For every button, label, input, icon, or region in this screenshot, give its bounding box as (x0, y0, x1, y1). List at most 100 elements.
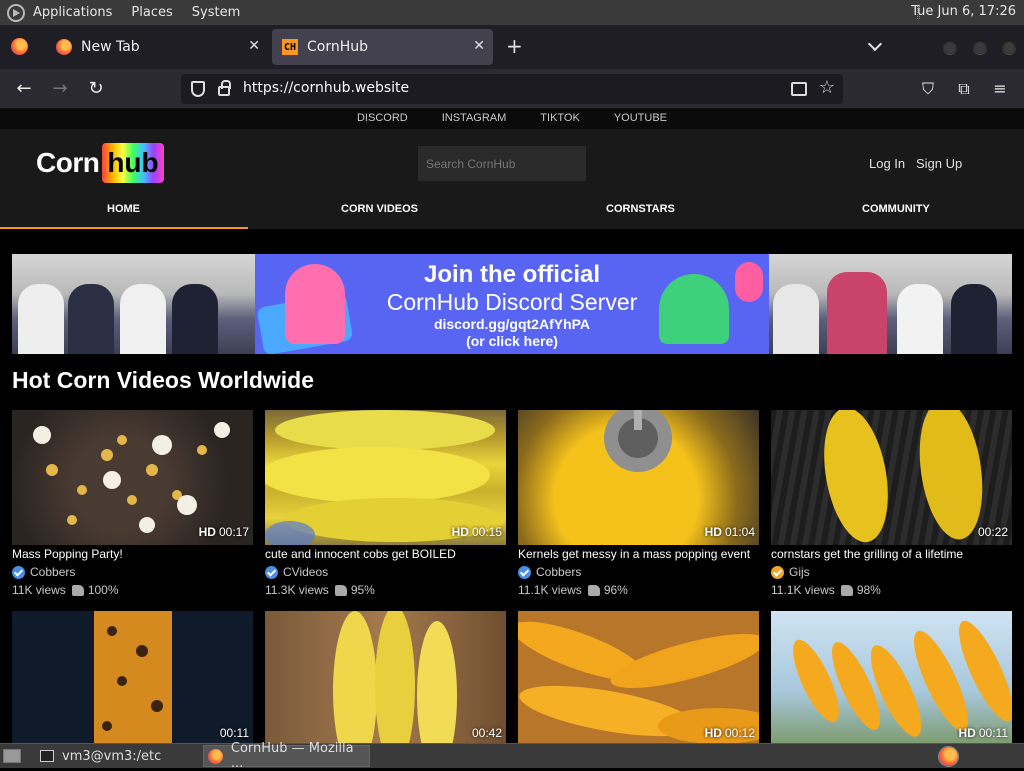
logo-corn-text: Corn (36, 147, 100, 178)
video-channel[interactable]: CVideos (265, 565, 506, 579)
active-nav-underline (0, 227, 248, 229)
video-card[interactable]: HD 00:17 Mass Popping Party! Cobbers 11K … (12, 410, 253, 597)
tab-title: CornHub (307, 39, 369, 55)
video-card[interactable]: HD 01:04 Kernels get messy in a mass popp… (518, 410, 759, 597)
video-duration: 00:22 (977, 525, 1008, 539)
video-card[interactable]: 00:42 (265, 611, 506, 743)
banner-photo-left (12, 254, 255, 354)
video-stats: 11.3K views 95% (265, 583, 375, 597)
places-menu[interactable]: Places (131, 5, 172, 20)
forward-arrow-icon[interactable]: → (49, 78, 71, 100)
close-tab-icon[interactable]: ✕ (473, 38, 485, 54)
extensions-icon[interactable]: ⧉ (954, 79, 974, 99)
video-title[interactable]: cornstars get the grilling of a lifetime (771, 547, 1012, 561)
video-thumbnail[interactable]: HD 00:17 (12, 410, 253, 545)
tab-title: New Tab (81, 39, 140, 55)
firefox-icon (208, 748, 223, 764)
thumbs-up-icon (587, 584, 600, 596)
video-duration: HD 00:17 (198, 525, 249, 539)
video-duration: HD 01:04 (704, 525, 755, 539)
window-minimize-button[interactable] (943, 40, 957, 54)
social-link-youtube[interactable]: YOUTUBE (614, 112, 667, 129)
video-card[interactable]: 00:22 cornstars get the grilling of a li… (771, 410, 1012, 597)
window-close-button[interactable] (1002, 40, 1016, 54)
tab-new-tab[interactable]: New Tab ✕ (46, 29, 268, 65)
social-link-tiktok[interactable]: TIKTOK (540, 112, 580, 129)
video-channel[interactable]: Gijs (771, 565, 1012, 579)
mascot-illustration (285, 264, 345, 344)
firefox-view-icon[interactable] (11, 38, 28, 55)
tab-cornhub[interactable]: CH CornHub ✕ (272, 29, 493, 65)
url-text[interactable]: https://cornhub.website (243, 80, 409, 96)
pocket-icon[interactable]: ⛉ (918, 79, 938, 99)
video-stats: 11.1K views 98% (771, 583, 881, 597)
applications-menu[interactable]: Applications (33, 5, 112, 20)
hamburger-menu-icon[interactable]: ≡ (990, 79, 1010, 99)
logo-hub-text: hub (102, 143, 164, 183)
clock[interactable]: Tue Jun 6, 17:26 (911, 4, 1016, 19)
tracking-shield-icon[interactable] (191, 81, 205, 97)
verified-badge-icon (12, 565, 25, 579)
url-bar[interactable]: https://cornhub.website ☆ (181, 74, 843, 104)
banner-photo-right (769, 254, 1012, 354)
show-desktop-icon[interactable] (3, 749, 21, 763)
video-thumbnail[interactable]: HD 00:11 (771, 611, 1012, 743)
video-thumbnail[interactable]: 00:11 (12, 611, 253, 743)
tray-firefox-icon[interactable] (938, 746, 959, 767)
social-link-discord[interactable]: DISCORD (357, 112, 408, 129)
window-maximize-button[interactable] (973, 40, 987, 54)
video-thumbnail[interactable]: HD 00:15 (265, 410, 506, 545)
search-input[interactable] (418, 146, 586, 181)
site-logo[interactable]: Corn hub (36, 143, 164, 183)
browser-nav-bar: ← → ↻ https://cornhub.website ☆ ⛉ ⧉ ≡ (0, 69, 1024, 109)
video-thumbnail[interactable]: 00:22 (771, 410, 1012, 545)
nav-community[interactable]: COMMUNITY (862, 203, 930, 215)
video-title[interactable]: cute and innocent cobs get BOILED (265, 547, 506, 561)
signup-link[interactable]: Sign Up (916, 156, 962, 171)
reader-view-icon[interactable] (791, 82, 807, 96)
new-tab-plus-icon[interactable]: + (506, 36, 523, 56)
video-duration: 00:42 (471, 726, 502, 740)
video-card[interactable]: HD 00:12 (518, 611, 759, 743)
banner-discord-panel[interactable]: Join the official CornHub Discord Server… (255, 254, 769, 354)
nav-corn-videos[interactable]: CORN VIDEOS (341, 203, 418, 215)
video-stats: 11K views 100% (12, 583, 119, 597)
hd-badge: HD (958, 726, 976, 740)
video-thumbnail[interactable]: 00:42 (265, 611, 506, 743)
hd-badge: HD (451, 525, 469, 539)
video-stats: 11.1K views 96% (518, 583, 628, 597)
video-thumbnail[interactable]: HD 01:04 (518, 410, 759, 545)
site-header: Corn hub Log In Sign Up HOME CORN VIDEOS… (0, 129, 1024, 229)
system-menu[interactable]: System (192, 5, 240, 20)
video-title[interactable]: Kernels get messy in a mass popping even… (518, 547, 759, 561)
reload-icon[interactable]: ↻ (85, 78, 107, 100)
bookmark-star-icon[interactable]: ☆ (819, 77, 835, 98)
taskbar-firefox[interactable]: CornHub — Mozilla ... (203, 741, 370, 771)
video-thumbnail[interactable]: HD 00:12 (518, 611, 759, 743)
section-title: Hot Corn Videos Worldwide (12, 367, 314, 393)
video-card[interactable]: HD 00:15 cute and innocent cobs get BOILE… (265, 410, 506, 597)
close-tab-icon[interactable]: ✕ (248, 38, 260, 54)
lock-icon[interactable] (218, 80, 231, 96)
nav-cornstars[interactable]: CORNSTARS (606, 203, 675, 215)
list-all-tabs-chevron-icon[interactable] (867, 36, 883, 52)
thumbs-up-icon (840, 584, 853, 596)
back-arrow-icon[interactable]: ← (13, 78, 35, 100)
browser-tab-strip: New Tab ✕ CH CornHub ✕ + (0, 25, 1024, 69)
video-card[interactable]: HD 00:11 (771, 611, 1012, 743)
distro-logo-icon[interactable] (7, 3, 25, 22)
taskbar-terminal[interactable]: vm3@vm3:/etc (36, 745, 200, 767)
video-channel[interactable]: Cobbers (12, 565, 253, 579)
verified-badge-icon (518, 565, 531, 579)
social-links-bar: DISCORD INSTAGRAM TIKTOK YOUTUBE (0, 109, 1024, 129)
charred-corn-thumbnail-art (94, 611, 172, 743)
login-link[interactable]: Log In (869, 156, 905, 171)
video-channel[interactable]: Cobbers (518, 565, 759, 579)
video-title[interactable]: Mass Popping Party! (12, 547, 253, 561)
social-link-instagram[interactable]: INSTAGRAM (442, 112, 507, 129)
nav-home[interactable]: HOME (107, 203, 140, 215)
terminal-icon (40, 750, 54, 762)
video-card[interactable]: 00:11 (12, 611, 253, 743)
discord-banner[interactable]: Join the official CornHub Discord Server… (12, 254, 1012, 354)
web-page: DISCORD INSTAGRAM TIKTOK YOUTUBE Corn hu… (0, 109, 1024, 743)
